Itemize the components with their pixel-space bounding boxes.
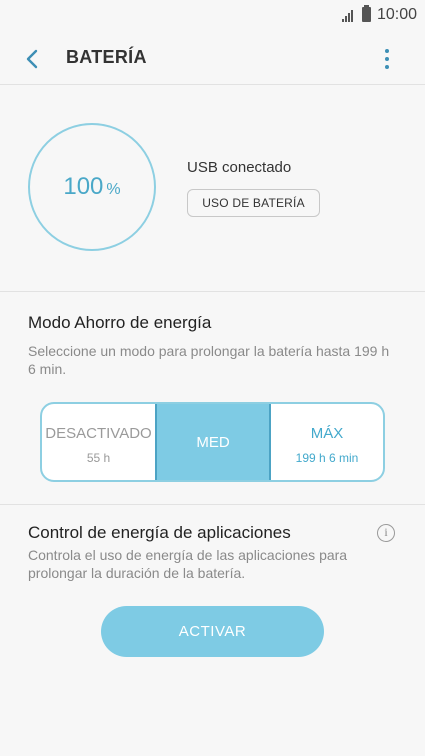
power-mode-selector: DESACTIVADO 55 h MED MÁX 199 h 6 min xyxy=(40,402,385,482)
battery-percent-value: 100 xyxy=(63,173,104,200)
header-divider xyxy=(0,84,425,85)
status-bar: 10:00 xyxy=(0,0,425,32)
chevron-left-icon xyxy=(26,49,38,69)
battery-usage-button[interactable]: USO DE BATERÍA xyxy=(187,189,320,217)
info-icon[interactable]: i xyxy=(377,524,395,542)
app-power-title: Control de energía de aplicaciones xyxy=(28,523,291,542)
more-options-button[interactable] xyxy=(377,44,397,74)
activate-button[interactable]: ACTIVAR xyxy=(101,606,324,657)
battery-level-gauge: 100% xyxy=(28,123,156,251)
mode-option-max[interactable]: MÁX 199 h 6 min xyxy=(271,404,383,480)
battery-percent: 100% xyxy=(30,173,154,201)
power-mode-description: Seleccione un modo para prolongar la bat… xyxy=(28,343,390,377)
app-power-description: Controla el uso de energía de las aplica… xyxy=(28,547,348,581)
mode-option-label: MÁX xyxy=(310,425,344,442)
battery-icon xyxy=(362,5,371,22)
page-title: BATERÍA xyxy=(66,47,147,67)
power-mode-title: Modo Ahorro de energía xyxy=(28,313,212,332)
mode-option-duration: 55 h xyxy=(86,451,111,465)
section-divider xyxy=(0,291,425,292)
back-button[interactable] xyxy=(20,44,46,74)
signal-icon xyxy=(342,10,353,22)
mode-option-off[interactable]: DESACTIVADO 55 h xyxy=(42,404,155,480)
mode-option-label: MED xyxy=(196,434,230,451)
usb-status: USB conectado xyxy=(187,159,292,176)
status-time: 10:00 xyxy=(377,6,418,23)
mode-option-duration: 199 h 6 min xyxy=(295,451,359,465)
battery-percent-unit: % xyxy=(106,181,121,198)
mode-option-med[interactable]: MED xyxy=(155,404,271,480)
mode-option-label: DESACTIVADO xyxy=(45,425,152,442)
app-header: BATERÍA xyxy=(0,34,425,84)
section-divider xyxy=(0,504,425,505)
